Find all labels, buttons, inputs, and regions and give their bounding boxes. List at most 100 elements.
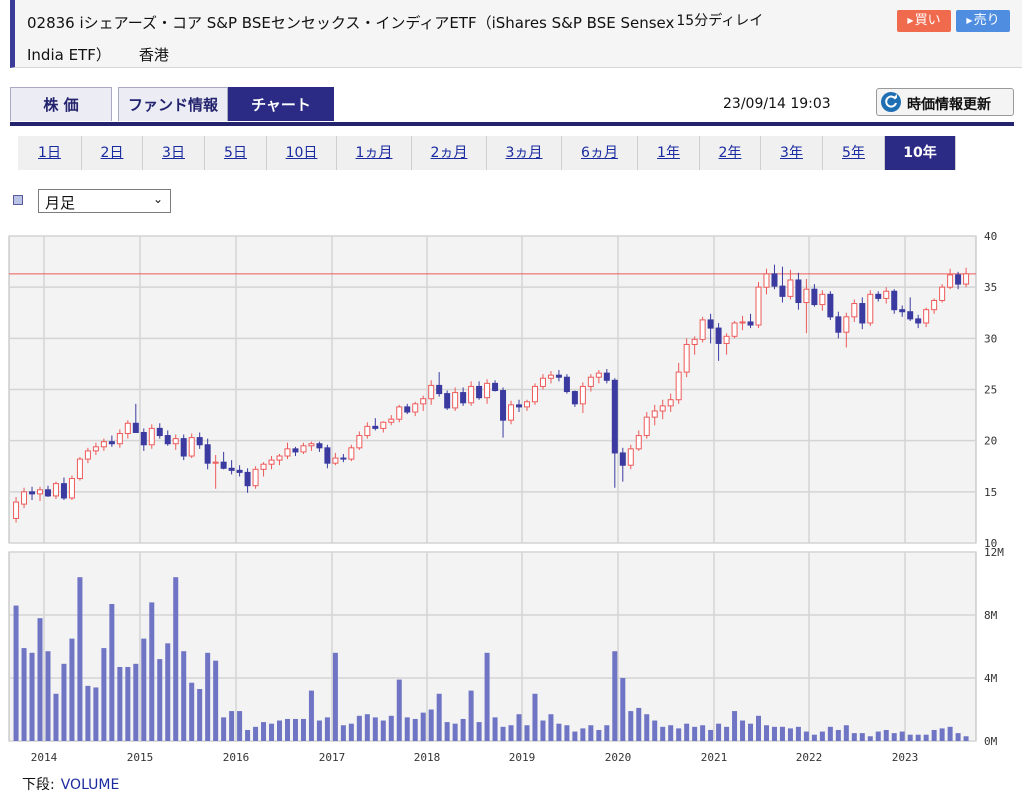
candle-body [476, 385, 483, 399]
volume-bar [819, 731, 825, 741]
volume-bar [835, 729, 841, 741]
candle-body [651, 410, 658, 418]
volume-bar [628, 711, 634, 741]
volume-bar [931, 729, 937, 741]
candle-body [747, 321, 754, 326]
candle-body [931, 299, 938, 311]
volume-bar [564, 725, 570, 741]
candle-body [156, 427, 163, 437]
volume-bar [452, 723, 458, 741]
candle-body [667, 399, 674, 407]
candle-body [923, 309, 930, 324]
candle-body [468, 385, 475, 404]
volume-bar [923, 734, 929, 741]
candle-body [699, 319, 706, 340]
volume-bar [412, 718, 418, 741]
volume-bar [460, 718, 466, 741]
price-tick-label: 20 [984, 435, 997, 448]
volume-bar [883, 729, 889, 741]
candle-body [835, 316, 842, 333]
candle-body [276, 455, 283, 461]
volume-bar [69, 638, 75, 741]
candle-body [587, 376, 594, 387]
volume-bar [668, 725, 674, 741]
x-tick-label: 2016 [223, 751, 250, 764]
volume-bar [492, 717, 498, 741]
volume-bar [676, 728, 682, 741]
candle-body [180, 438, 187, 457]
candle-body [268, 459, 275, 465]
candle-body [939, 286, 946, 301]
candle-body [819, 293, 826, 306]
x-tick-label: 2023 [892, 751, 919, 764]
volume-bar [907, 734, 913, 741]
volume-bar [484, 652, 490, 741]
candle-body [859, 303, 866, 324]
candle-body [324, 447, 331, 464]
x-tick-label: 2021 [701, 751, 728, 764]
candle-body [13, 501, 20, 519]
volume-bar [763, 725, 769, 741]
volume-bar [867, 736, 873, 741]
candle-body [875, 293, 882, 299]
volume-bar [133, 663, 139, 741]
candle-body [164, 435, 171, 445]
candle-body [675, 371, 682, 401]
volume-bar [748, 723, 754, 741]
candle-body [843, 316, 850, 333]
volume-bar [157, 659, 163, 741]
x-tick-label: 2018 [414, 751, 441, 764]
candle-body [516, 404, 523, 408]
volume-bar [684, 723, 690, 741]
volume-bar [396, 679, 402, 741]
volume-bar [380, 720, 386, 741]
volume-bar [189, 682, 195, 741]
candle-body [60, 483, 67, 499]
volume-bar [915, 734, 921, 741]
candle-body [284, 448, 291, 457]
candle-body [484, 382, 491, 399]
candle-body [827, 293, 834, 318]
candle-body [140, 431, 147, 446]
candle-body [795, 279, 802, 304]
candle-body [212, 461, 219, 464]
candle-body [571, 391, 578, 405]
volume-bar [109, 603, 115, 741]
volume-bar [803, 731, 809, 741]
candle-body [92, 446, 99, 452]
candle-body [811, 288, 818, 306]
volume-bar [300, 718, 306, 741]
volume-bar [237, 711, 243, 741]
volume-bar [284, 718, 290, 741]
candle-body [108, 441, 115, 445]
volume-bar [428, 709, 434, 741]
candle-body [955, 274, 962, 285]
volume-bar [292, 718, 298, 741]
volume-bar [261, 722, 267, 741]
candle-body [124, 422, 131, 435]
candle-body [452, 392, 459, 409]
candle-body [260, 463, 267, 470]
volume-bar [963, 736, 969, 741]
candle-body [396, 406, 403, 420]
volume-tick-label: 4M [984, 672, 998, 685]
price-tick-label: 25 [984, 384, 997, 397]
volume-link[interactable]: VOLUME [61, 777, 120, 793]
volume-bar [61, 663, 67, 741]
volume-tick-label: 8M [984, 609, 998, 622]
volume-bar [891, 733, 897, 741]
candle-body [755, 286, 762, 326]
x-tick-label: 2022 [796, 751, 823, 764]
volume-bar [444, 722, 450, 741]
candle-body [963, 273, 970, 285]
candle-body [723, 335, 730, 344]
candle-body [100, 441, 107, 448]
volume-bar [508, 725, 514, 741]
candle-body [252, 468, 259, 487]
volume-bar [716, 723, 722, 741]
volume-bar [197, 689, 203, 741]
lower-pane-label: 下段: [22, 777, 55, 793]
volume-bar [213, 660, 219, 741]
candle-body [731, 322, 738, 337]
candle-body [460, 392, 467, 404]
